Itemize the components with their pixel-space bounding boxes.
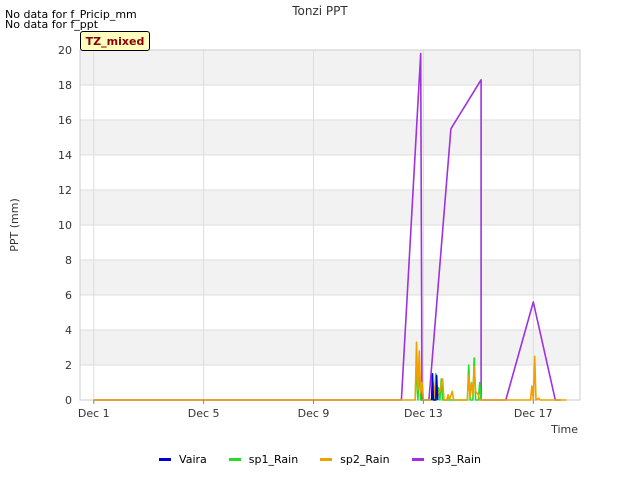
legend-item: sp3_Rain bbox=[411, 453, 481, 466]
grid-band bbox=[80, 50, 580, 85]
chart-title: Tonzi PPT bbox=[291, 4, 348, 18]
grid-bands bbox=[80, 50, 580, 365]
legend-label: sp3_Rain bbox=[431, 453, 481, 466]
grid-band bbox=[80, 190, 580, 225]
legend-item: sp1_Rain bbox=[228, 453, 299, 466]
legend-item: sp2_Rain bbox=[320, 453, 390, 466]
x-tick-label: Dec 13 bbox=[404, 407, 443, 420]
legend-label: sp1_Rain bbox=[248, 453, 299, 466]
legend-swatch bbox=[320, 458, 333, 461]
y-tick-label: 6 bbox=[65, 289, 72, 302]
grid-band bbox=[80, 120, 580, 155]
y-tick-label: 18 bbox=[58, 79, 72, 92]
grid-band bbox=[80, 330, 580, 365]
legend-swatch bbox=[411, 458, 424, 461]
y-tick-label: 12 bbox=[58, 184, 72, 197]
no-data-message-2: No data for f_ppt bbox=[5, 18, 99, 31]
y-axis-label: PPT (mm) bbox=[8, 198, 21, 252]
x-axis-label: Time bbox=[550, 423, 578, 436]
y-tick-label: 10 bbox=[58, 219, 72, 232]
grid-band bbox=[80, 260, 580, 295]
x-tick-label: Dec 9 bbox=[298, 407, 330, 420]
x-tick-label: Dec 17 bbox=[514, 407, 553, 420]
y-tick-labels: 0 2 4 6 8 10 12 14 16 18 20 bbox=[58, 44, 72, 407]
legend-label: Vaira bbox=[179, 453, 207, 466]
legend: Vaira sp1_Rain sp2_Rain sp3_Rain bbox=[0, 453, 640, 466]
y-tick-label: 14 bbox=[58, 149, 72, 162]
y-tick-label: 0 bbox=[65, 394, 72, 407]
tz-badge: TZ_mixed bbox=[80, 31, 150, 51]
legend-swatch bbox=[228, 458, 241, 461]
legend-label: sp2_Rain bbox=[340, 453, 390, 466]
x-tick-labels: Dec 1 Dec 5 Dec 9 Dec 13 Dec 17 bbox=[78, 400, 553, 420]
x-tick-label: Dec 1 bbox=[78, 407, 110, 420]
y-tick-label: 16 bbox=[58, 114, 72, 127]
chart: 02468101214161820 Dec 1 Dec 5 Dec 9 Dec 13 D… bbox=[8, 4, 581, 436]
y-tick-label: 2 bbox=[65, 359, 72, 372]
legend-item: Vaira bbox=[159, 453, 207, 466]
y-tick-label: 20 bbox=[58, 44, 72, 57]
legend-swatch bbox=[159, 458, 172, 461]
y-tick-label: 4 bbox=[65, 324, 72, 337]
x-tick-label: Dec 5 bbox=[188, 407, 220, 420]
y-tick-label: 8 bbox=[65, 254, 72, 267]
